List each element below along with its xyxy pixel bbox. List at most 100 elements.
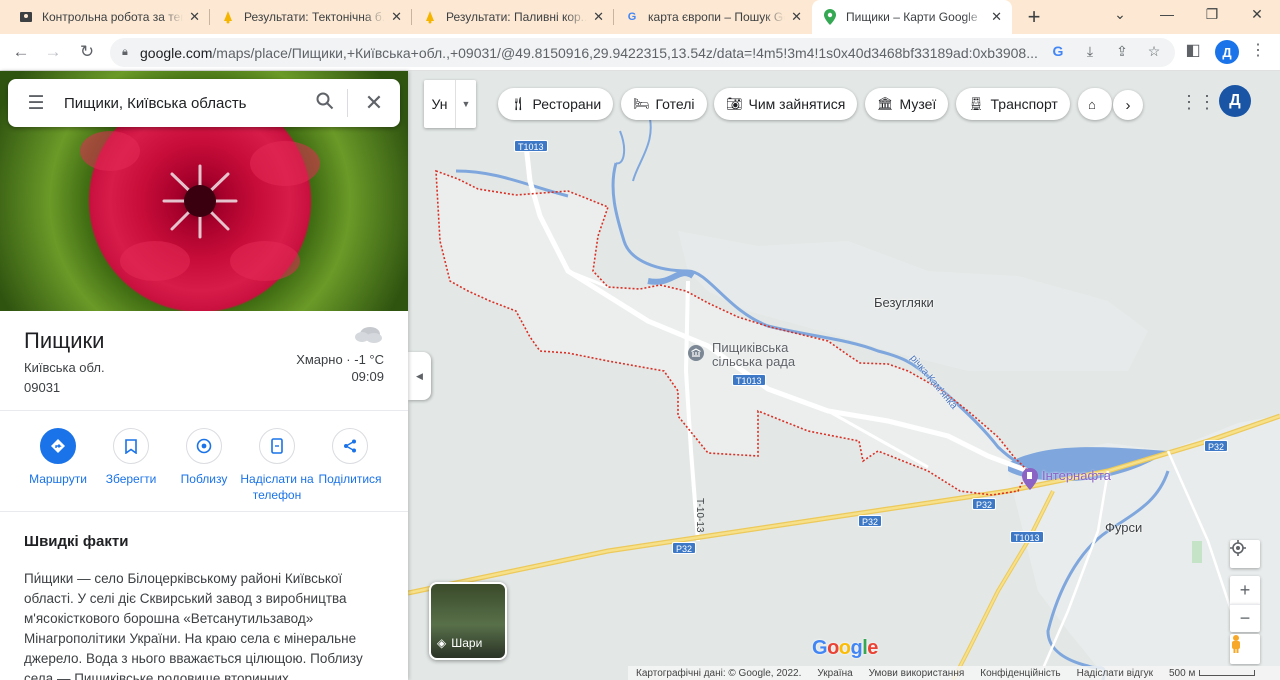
action-label: Зберегти [105, 472, 157, 486]
map-data-credit: Картографічні дані: © Google, 2022. [636, 667, 802, 679]
map-canvas[interactable]: Ун ▼ 🍴︎ Ресторани 🛏︎ Готелі 📷︎ Чим зайня… [408, 71, 1280, 680]
scale-bar [1199, 669, 1256, 676]
input-language-button[interactable]: Ун ▼ [424, 80, 476, 128]
action-buttons: Маршрути Зберегти Поблизу Надіслати на т… [0, 412, 408, 512]
weather-text: Хмарно · -1 °C [296, 352, 384, 367]
chip-restaurants[interactable]: 🍴︎ Ресторани [498, 88, 614, 120]
chip-museums[interactable]: 🏛︎ Музеї [865, 88, 949, 120]
road-shield-p32: P32 [972, 498, 997, 510]
hotel-icon: 🛏︎ [633, 96, 650, 111]
road-shield-t1013: T1013 [514, 140, 548, 152]
minimize-button[interactable]: — [1155, 6, 1179, 22]
browser-tab[interactable]: G карта європи – Пошук Google ✕ [614, 0, 812, 34]
collapse-panel-button[interactable]: ◀ [408, 352, 431, 400]
share-page-icon[interactable]: ⇪ [1112, 43, 1132, 61]
bell-icon [220, 9, 236, 25]
send-to-phone-icon [259, 428, 295, 464]
install-icon[interactable]: ⤓ [1080, 43, 1100, 61]
search-input[interactable]: Пищики, Київська область [64, 95, 303, 112]
google-lens-icon[interactable]: G [1048, 43, 1068, 61]
clear-search-icon[interactable]: ✕ [348, 90, 400, 116]
maximize-button[interactable]: ❐ [1200, 6, 1224, 23]
directions-button[interactable]: Маршрути [21, 428, 95, 487]
museum-icon: 🏛︎ [877, 96, 894, 111]
browser-tab[interactable]: Контрольна робота за тему... ✕ [8, 0, 210, 34]
road-shield-p32: P32 [672, 542, 697, 554]
chip-more[interactable]: ⌂ [1078, 88, 1112, 120]
country-link[interactable]: Україна [809, 668, 860, 679]
menu-icon[interactable]: ☰ [8, 92, 64, 115]
send-to-phone-button[interactable]: Надіслати на телефон [240, 428, 314, 503]
place-region: Київська обл. [24, 360, 105, 375]
privacy-link[interactable]: Конфіденційність [972, 668, 1068, 679]
chevron-down-icon[interactable]: ▼ [456, 99, 476, 109]
my-location-button[interactable] [1230, 540, 1260, 568]
map-footer: Картографічні дані: © Google, 2022. Укра… [628, 666, 1280, 680]
reload-button[interactable]: ↻ [76, 42, 98, 62]
tab-search-icon[interactable]: ⌄ [1108, 6, 1132, 23]
weather-info: Хмарно · -1 °C 09:09 [296, 351, 384, 385]
browser-tab[interactable]: Результати: Тектонічна б... ✕ [210, 0, 412, 34]
share-button[interactable]: Поділитися [313, 428, 387, 487]
more-menu-icon[interactable]: ⋮ [1250, 40, 1266, 60]
map-label-fursy[interactable]: Фурси [1105, 520, 1142, 535]
lock-icon[interactable]: 🔒︎ [122, 46, 134, 59]
address-bar[interactable]: 🔒︎ google.com /maps/place/Пищики,+Київсь… [110, 38, 1175, 67]
zoom-out-button[interactable]: − [1230, 604, 1260, 632]
government-pin-icon [688, 345, 704, 361]
poi-village-council[interactable]: Пищиківська сільська рада [688, 340, 795, 369]
layers-icon: ◈ [437, 636, 447, 650]
action-label: Маршрути [29, 472, 87, 486]
nearby-button[interactable]: Поблизу [167, 428, 241, 487]
chip-things-to-do[interactable]: 📷︎ Чим зайнятися [714, 88, 858, 120]
share-icon [332, 428, 368, 464]
poi-label: Інтернафта [1042, 468, 1111, 483]
street-view-pegman[interactable] [1230, 634, 1260, 664]
chips-next-button[interactable]: › [1113, 90, 1143, 120]
map-label-bezuhlyaky[interactable]: Безугляки [874, 295, 934, 310]
close-window-button[interactable]: ✕ [1245, 6, 1269, 23]
close-tab-icon[interactable]: ✕ [593, 9, 604, 25]
chip-label: Чим зайнятися [748, 96, 846, 112]
back-button[interactable]: ← [10, 42, 32, 62]
road-label-vertical: T-10-13 [694, 498, 705, 533]
place-title: Пищики [24, 328, 105, 353]
zoom-in-button[interactable]: + [1230, 576, 1260, 604]
google-logo: Google [812, 637, 878, 659]
chip-transit[interactable]: 🚆︎ Транспорт [956, 88, 1070, 120]
search-icon[interactable] [303, 92, 347, 115]
close-tab-icon[interactable]: ✕ [391, 9, 402, 25]
close-tab-icon[interactable]: ✕ [791, 9, 802, 25]
side-panel-icon[interactable]: ◧ [1183, 40, 1203, 59]
bell-icon [422, 9, 438, 25]
profile-avatar[interactable]: Д [1215, 40, 1239, 64]
poi-internafta[interactable]: Інтернафта [1020, 468, 1111, 490]
new-tab-button[interactable]: + [1022, 4, 1046, 30]
close-tab-icon[interactable]: ✕ [189, 9, 200, 25]
close-tab-icon[interactable]: ✕ [991, 9, 1002, 25]
tab-title: карта європи – Пошук Google [648, 10, 785, 24]
terms-link[interactable]: Умови використання [861, 668, 973, 679]
poi-label-line1: Пищиківська [712, 340, 789, 355]
forward-button[interactable]: → [42, 42, 64, 62]
action-label: Поділитися [318, 472, 382, 486]
layers-button[interactable]: ◈ Шари [429, 582, 507, 660]
save-button[interactable]: Зберегти [94, 428, 168, 487]
chip-label: Ресторани [532, 96, 602, 112]
browser-tab[interactable]: Результати: Паливні кор... ✕ [412, 0, 614, 34]
pegman-icon [1232, 635, 1240, 653]
tab-title: Результати: Тектонічна б... [244, 10, 386, 24]
road-shield-p32: P32 [1204, 440, 1229, 452]
browser-tab-active[interactable]: Пищики – Карти Google ✕ [812, 0, 1012, 34]
quick-facts-title: Швидкі факти [24, 533, 129, 550]
map-drawing [408, 110, 1280, 680]
browser-toolbar: ← → ↻ 🔒︎ google.com /maps/place/Пищики,+… [0, 34, 1280, 71]
chip-hotels[interactable]: 🛏︎ Готелі [621, 88, 707, 120]
feedback-link[interactable]: Надіслати відгук [1069, 668, 1161, 679]
search-box[interactable]: ☰ Пищики, Київська область ✕ [8, 79, 400, 127]
apps-grid-icon[interactable]: ⋮⋮ [1180, 92, 1216, 112]
bookmark-star-icon[interactable]: ☆ [1144, 43, 1164, 61]
scale-control[interactable]: 500 м [1161, 668, 1263, 679]
account-avatar[interactable]: Д [1219, 85, 1251, 117]
action-label: Надіслати на телефон [240, 472, 314, 502]
